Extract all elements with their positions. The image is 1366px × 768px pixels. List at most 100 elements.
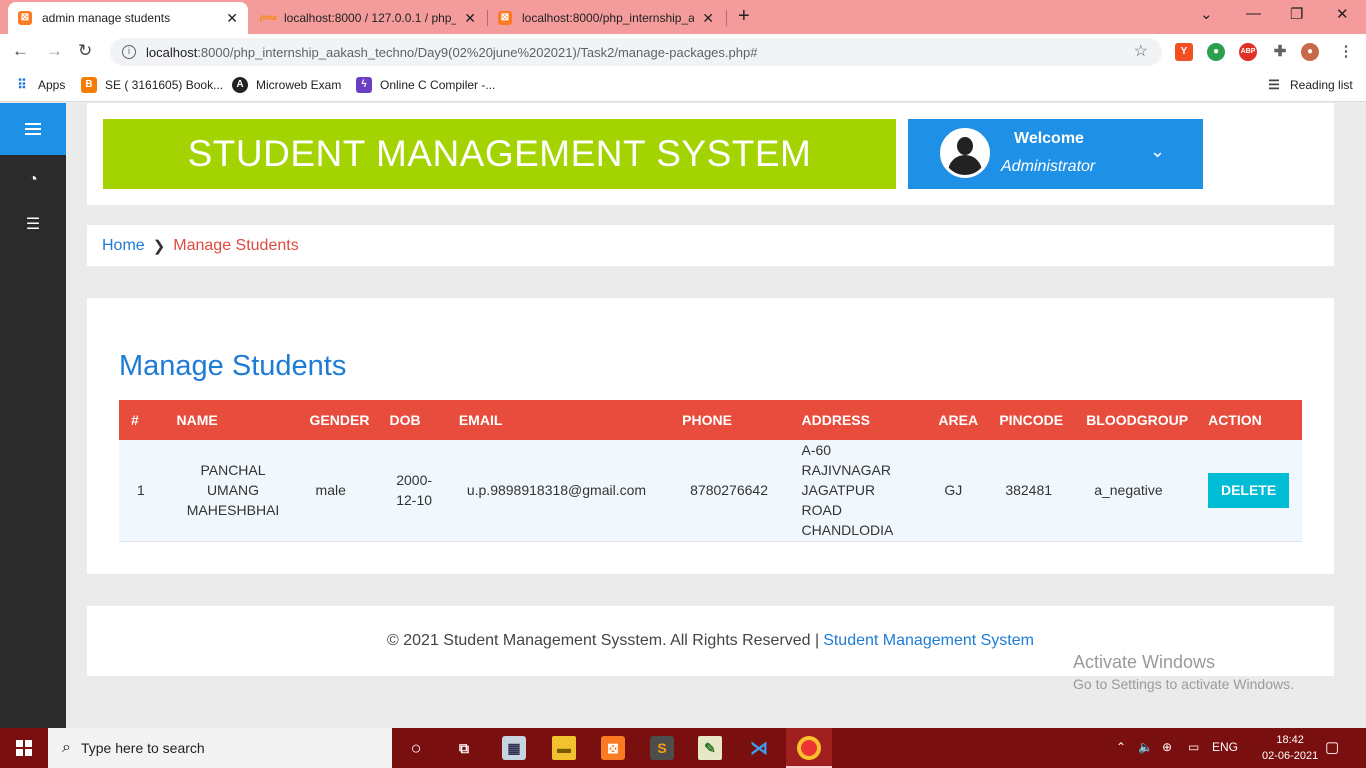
tray-chevron-up-icon[interactable]: ⌃ [1116, 740, 1126, 754]
avatar [940, 128, 990, 178]
tab-separator [726, 10, 727, 26]
file-explorer-icon[interactable]: ▬ [552, 736, 576, 760]
info-icon[interactable]: i [122, 45, 136, 59]
column-header: ADDRESS [801, 412, 870, 428]
bookmarks-bar: ⠿ Apps B SE ( 3161605) Book... A Microwe… [0, 70, 1366, 102]
minimize-icon[interactable]: — [1246, 5, 1261, 22]
language-indicator[interactable]: ENG [1212, 740, 1238, 754]
windows-taskbar: ⌕ Type here to search ○ ⧉ ▦ ▬ ⊠ S ✎ ⋊ ⌃ … [0, 728, 1366, 768]
sidebar-item-list[interactable]: ☰ [0, 202, 66, 246]
bookmark-apps[interactable]: ⠿ Apps [14, 77, 65, 93]
chevron-down-icon[interactable]: ⌄ [1150, 141, 1165, 162]
lightning-icon: ϟ [356, 77, 372, 93]
cell-dob: 2000-12-10 [396, 472, 433, 509]
chevron-right-icon: ❯ [152, 237, 166, 255]
cell-address: A-60 RAJIVNAGAR JAGATPUR ROAD CHANDLODIA [801, 442, 894, 539]
list-icon: ☰ [25, 216, 41, 233]
extension-icon[interactable]: Y [1175, 43, 1193, 61]
breadcrumb-home-link[interactable]: Home [102, 237, 145, 255]
tab-phpmyadmin[interactable]: pma localhost:8000 / 127.0.0.1 / php_i ✕ [250, 2, 486, 34]
chrome-icon[interactable] [797, 736, 821, 760]
bookmark-label: Apps [38, 78, 66, 92]
main-content: STUDENT MANAGEMENT SYSTEM Welcome Admini… [66, 103, 1366, 728]
extensions-puzzle-icon[interactable]: ✚ [1271, 43, 1289, 61]
reading-list-icon: ☰ [1268, 77, 1280, 92]
hamburger-icon [25, 123, 41, 135]
system-clock[interactable]: 18:42 02-06-2021 [1262, 732, 1318, 764]
profile-avatar-icon[interactable]: ● [1301, 43, 1319, 61]
tab-close-icon[interactable]: ✕ [464, 10, 476, 27]
reading-list-button[interactable]: ☰ Reading list [1266, 77, 1353, 93]
column-header: ACTION [1208, 412, 1262, 428]
tab-close-icon[interactable]: ✕ [226, 10, 238, 27]
address-bar[interactable]: i localhost:8000/php_internship_aakash_t… [110, 38, 1162, 66]
breadcrumb: Home ❯ Manage Students [87, 225, 1334, 266]
tab-close-icon[interactable]: ✕ [702, 10, 714, 27]
footer-link[interactable]: Student Management System [823, 632, 1034, 650]
clock-time: 18:42 [1276, 734, 1304, 746]
banner-title: STUDENT MANAGEMENT SYSTEM [103, 119, 896, 189]
students-table: # NAME GENDER DOB EMAIL PHONE ADDRESS AR… [119, 400, 1302, 542]
notifications-icon[interactable]: ▢ [1325, 738, 1339, 756]
delete-button[interactable]: DELETE [1208, 472, 1290, 508]
url-path: :8000/php_internship_aakash_techno/Day9(… [197, 44, 758, 60]
adblock-icon[interactable]: ABP [1239, 43, 1257, 61]
system-app-icon[interactable]: ▦ [502, 736, 526, 760]
cell-phone: 8780276642 [690, 482, 768, 499]
table-header-row: # NAME GENDER DOB EMAIL PHONE ADDRESS AR… [119, 400, 1302, 440]
network-globe-icon[interactable]: ⊕ [1162, 740, 1172, 754]
reading-list-label: Reading list [1290, 78, 1353, 92]
tab-title: localhost:8000 / 127.0.0.1 / php_i [284, 11, 457, 25]
cell-action: DELETE [1198, 440, 1302, 541]
bookmark-microweb-exam[interactable]: A Microweb Exam [232, 77, 341, 93]
url-host: localhost [146, 44, 198, 60]
sidebar-item-dashboard[interactable]: ◔ [0, 158, 66, 202]
taskbar-search[interactable]: ⌕ Type here to search [48, 728, 392, 768]
tab-title: localhost:8000/php_internship_aa [522, 11, 695, 25]
window-close-icon[interactable]: ✕ [1336, 5, 1349, 23]
windows-logo-icon [16, 740, 32, 756]
user-dropdown[interactable]: Welcome Administrator ⌄ [908, 119, 1203, 189]
cell-pincode: 382481 [1005, 482, 1053, 499]
column-header: DOB [389, 412, 421, 428]
tab-search-icon[interactable]: ⌄ [1200, 5, 1213, 23]
vscode-icon[interactable]: ⋊ [747, 736, 771, 760]
tab-internship-page[interactable]: ⊠ localhost:8000/php_internship_aa ✕ [488, 2, 724, 34]
menu-toggle-button[interactable] [0, 103, 66, 155]
bookmark-online-c-compiler[interactable]: ϟ Online C Compiler -... [356, 77, 495, 93]
avatar-head [957, 137, 973, 155]
column-header: AREA [938, 412, 979, 428]
start-button[interactable] [0, 728, 48, 768]
bookmark-star-icon[interactable]: ☆ [1134, 41, 1148, 61]
forward-arrow-icon[interactable]: → [46, 41, 63, 61]
volume-icon[interactable]: 🔈 [1138, 740, 1153, 754]
cortana-icon[interactable]: ○ [404, 736, 428, 760]
tab-admin-manage-students[interactable]: ⊠ admin manage students ✕ [8, 2, 248, 34]
phpmyadmin-favicon-icon: pma [260, 13, 277, 22]
task-view-icon[interactable]: ⧉ [452, 736, 476, 760]
back-arrow-icon[interactable]: ← [12, 41, 29, 61]
notepad-icon[interactable]: ✎ [698, 736, 722, 760]
restore-icon[interactable]: ❐ [1290, 5, 1303, 23]
browser-menu-icon[interactable]: ⋮ [1337, 43, 1355, 61]
bookmark-se-book[interactable]: B SE ( 3161605) Book... [81, 77, 223, 93]
avatar-body [948, 155, 982, 175]
cell-gender: male [315, 482, 346, 499]
extension-globe-icon[interactable]: ● [1207, 43, 1225, 61]
bookmark-label: Online C Compiler -... [380, 78, 496, 92]
xampp-icon[interactable]: ⊠ [601, 736, 625, 760]
cell-area: GJ [944, 482, 963, 499]
page-title: Manage Students [119, 350, 347, 382]
page-header: STUDENT MANAGEMENT SYSTEM Welcome Admini… [87, 103, 1334, 205]
bookmark-label: SE ( 3161605) Book... [105, 78, 224, 92]
apps-grid-icon: ⠿ [17, 77, 27, 92]
reload-icon[interactable]: ↻ [78, 41, 92, 61]
angular-icon: A [232, 77, 248, 93]
sublime-text-icon[interactable]: S [650, 736, 674, 760]
watermark-subtitle: Go to Settings to activate Windows. [1073, 676, 1294, 692]
welcome-label: Welcome [1014, 130, 1084, 147]
cell-num: 1 [137, 482, 145, 499]
dashboard-icon: ◔ [28, 171, 38, 188]
battery-icon[interactable]: ▭ [1188, 740, 1199, 754]
new-tab-button[interactable]: + [738, 5, 750, 28]
